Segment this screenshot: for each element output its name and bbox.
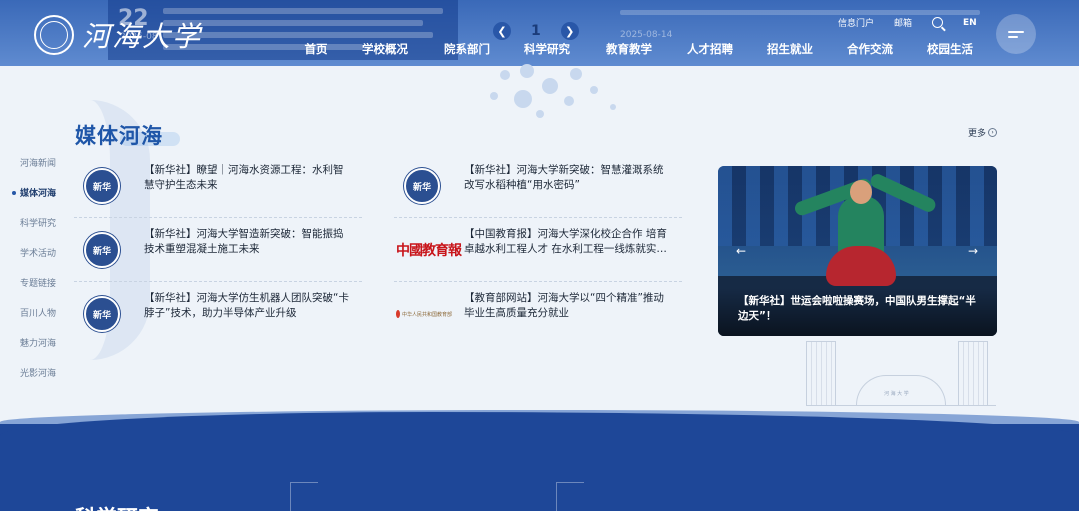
- nav-item-campus-life[interactable]: 校园生活: [910, 38, 990, 60]
- side-nav-item-gallery[interactable]: 光影河海: [12, 366, 56, 379]
- news-item[interactable]: 中國教育報 【中国教育报】河海大学深化校企合作 培育卓越水利工程人才 在水利工程…: [394, 222, 682, 282]
- ministry-of-education-logo-icon: 中华人民共和国教育部: [396, 308, 452, 320]
- news-source-logo: 中國教育報: [394, 232, 462, 268]
- nav-item-admissions[interactable]: 招生就业: [750, 38, 830, 60]
- university-emblem-icon: [34, 15, 74, 55]
- language-switch[interactable]: EN: [963, 18, 977, 28]
- xinhua-logo-icon: 新华: [404, 168, 440, 204]
- news-item[interactable]: 新华 【新华社】河海大学智造新突破：智能振捣技术重塑混凝土施工未来: [74, 222, 362, 282]
- xinhua-logo-icon: 新华: [84, 168, 120, 204]
- arrow-right-icon[interactable]: →: [968, 244, 978, 258]
- nav-item-research[interactable]: 科学研究: [506, 38, 588, 60]
- news-title[interactable]: 【教育部网站】河海大学以“四个精准”推动毕业生高质量充分就业: [464, 291, 672, 321]
- news-source-logo: 新华: [404, 168, 440, 204]
- news-item[interactable]: 新华 【新华社】河海大学仿生机器人团队突破“卡脖子”技术，助力半导体产业升级: [74, 286, 362, 346]
- menu-icon: [1008, 28, 1024, 41]
- side-nav-item-media[interactable]: 媒体河海: [12, 186, 56, 199]
- search-icon[interactable]: [932, 17, 944, 28]
- news-item[interactable]: 新华 【新华社】瞭望｜河海水资源工程：水利智慧守护生态未来: [74, 158, 362, 218]
- nav-item-recruitment[interactable]: 人才招聘: [670, 38, 750, 60]
- decorative-dots: [480, 60, 740, 140]
- active-dot-icon: [12, 190, 16, 195]
- side-nav-item-people[interactable]: 百川人物: [12, 306, 56, 319]
- side-nav-item-academic[interactable]: 学术活动: [12, 246, 56, 259]
- nav-item-education[interactable]: 教育教学: [588, 38, 670, 60]
- chevron-right-icon: ›: [988, 128, 998, 137]
- news-title[interactable]: 【中国教育报】河海大学深化校企合作 培育卓越水利工程人才 在水利工程一线炼就实…: [464, 227, 672, 257]
- news-slide-line: [620, 10, 980, 15]
- xinhua-logo-icon: 新华: [84, 232, 120, 268]
- photo-caption[interactable]: 【新华社】世运会啦啦操赛场，中国队男生撑起“半边天”！: [738, 294, 978, 324]
- news-title[interactable]: 【新华社】瞭望｜河海水资源工程：水利智慧守护生态未来: [144, 163, 352, 193]
- news-slide-line: [163, 8, 443, 14]
- featured-photo-card[interactable]: ← → 【新华社】世运会啦啦操赛场，中国队男生撑起“半边天”！: [718, 166, 997, 336]
- side-nav-item-topics[interactable]: 专题链接: [12, 276, 56, 289]
- arrow-left-icon[interactable]: ←: [736, 244, 746, 258]
- nav-item-cooperation[interactable]: 合作交流: [830, 38, 910, 60]
- news-source-logo: 新华: [84, 232, 120, 268]
- news-source-logo: 新华: [84, 296, 120, 332]
- mail-link[interactable]: 邮箱: [894, 16, 912, 29]
- top-links: 信息门户 邮箱 EN: [838, 16, 977, 29]
- side-nav-item-research[interactable]: 科学研究: [12, 216, 56, 229]
- campus-building-illustration: 河 海 大 学: [806, 338, 996, 406]
- xinhua-logo-icon: 新华: [84, 296, 120, 332]
- news-source-logo: 中华人民共和国教育部: [394, 296, 454, 332]
- nav-item-departments[interactable]: 院系部门: [428, 38, 506, 60]
- main-nav: 首页 学校概况 院系部门 科学研究 教育教学 人才招聘 招生就业 合作交流 校园…: [290, 38, 990, 60]
- news-source-logo: 新华: [84, 168, 120, 204]
- university-logo[interactable]: 河海大学: [34, 14, 202, 56]
- section-title: 媒体河海: [75, 124, 163, 148]
- gate-sign: 河 海 大 学: [884, 391, 909, 397]
- news-item[interactable]: 中华人民共和国教育部 【教育部网站】河海大学以“四个精准”推动毕业生高质量充分就…: [394, 286, 682, 346]
- side-nav-item-charm[interactable]: 魅力河海: [12, 336, 56, 349]
- more-link[interactable]: 更多 ›: [968, 126, 998, 139]
- site-header: 22 2025-08 2025-08-14 河海大学 ❮ 1 ❯ 信息门户 邮箱…: [0, 0, 1079, 66]
- footer-wave: [0, 412, 1079, 511]
- news-item[interactable]: 新华 【新华社】河海大学新突破：智慧灌溉系统改写水稻种植“用水密码”: [394, 158, 682, 218]
- more-label: 更多: [968, 129, 987, 139]
- china-education-daily-logo-icon: 中國教育報: [396, 243, 462, 259]
- menu-button[interactable]: [996, 14, 1036, 54]
- news-title[interactable]: 【新华社】河海大学新突破：智慧灌溉系统改写水稻种植“用水密码”: [464, 163, 672, 193]
- next-section-title: 科学研究: [75, 502, 159, 511]
- university-name: 河海大学: [82, 20, 203, 53]
- news-title[interactable]: 【新华社】河海大学仿生机器人团队突破“卡脖子”技术，助力半导体产业升级: [144, 291, 352, 321]
- side-nav-item-news[interactable]: 河海新闻: [12, 156, 56, 169]
- nav-item-about[interactable]: 学校概况: [342, 38, 428, 60]
- slider-page-number: 1: [531, 23, 541, 39]
- news-title[interactable]: 【新华社】河海大学智造新突破：智能振捣技术重塑混凝土施工未来: [144, 227, 352, 257]
- nav-item-home[interactable]: 首页: [290, 38, 342, 60]
- portal-link[interactable]: 信息门户: [838, 16, 874, 29]
